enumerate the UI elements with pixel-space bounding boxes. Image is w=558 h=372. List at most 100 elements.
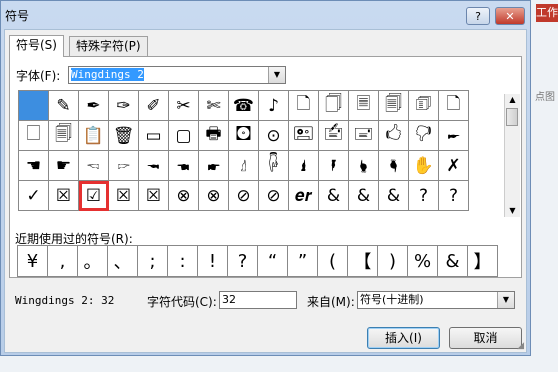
chevron-down-icon[interactable]: ▼ <box>497 292 514 308</box>
symbol-cell[interactable]: 🖭 <box>289 121 319 151</box>
scroll-down-icon[interactable]: ▼ <box>505 205 520 217</box>
symbol-cell[interactable]: 🖢 <box>349 151 379 181</box>
symbol-dialog: 符号 ? ✕ 符号(S) 特殊字符(P) 字体(F): Wingdings 2 … <box>0 0 531 356</box>
symbol-cell[interactable]: 🖆 <box>319 121 349 151</box>
symbol-cell[interactable]: ✋ <box>409 151 439 181</box>
symbol-cell[interactable]: ✗ <box>439 151 469 181</box>
symbol-cell[interactable]: & <box>379 181 409 211</box>
insert-button[interactable]: 插入(I) <box>367 327 440 349</box>
symbol-cell[interactable]: 🖃 <box>349 121 379 151</box>
recent-symbol-cell[interactable]: ) <box>378 246 408 277</box>
symbol-cell[interactable]: ⊙ <box>259 121 289 151</box>
symbol-cell[interactable]: ✑ <box>109 91 139 121</box>
scrollbar-thumb[interactable] <box>506 108 518 126</box>
symbol-cell[interactable]: ☚ <box>19 151 49 181</box>
symbol-cell[interactable]: ⊘ <box>259 181 289 211</box>
symbol-cell[interactable]: 🖟 <box>259 151 289 181</box>
scroll-up-icon[interactable]: ▲ <box>505 94 520 106</box>
symbol-cell[interactable]: 🖚 <box>139 151 169 181</box>
symbol-cell[interactable]: ☎ <box>229 91 259 121</box>
symbol-cell[interactable]: 🗐 <box>379 91 409 121</box>
symbol-cell[interactable]: ✓ <box>19 181 49 211</box>
symbol-cell[interactable]: ♪ <box>259 91 289 121</box>
recent-symbol-cell[interactable]: : <box>168 246 198 277</box>
symbol-cell[interactable]: ⊘ <box>229 181 259 211</box>
recent-symbol-cell[interactable]: “ <box>258 246 288 277</box>
symbol-cell[interactable]: 🗍 <box>319 91 349 121</box>
symbol-cell[interactable]: 🖒 <box>379 121 409 151</box>
recent-symbol-cell[interactable]: ” <box>288 246 318 277</box>
recent-symbol-cell[interactable]: & <box>438 246 468 277</box>
symbol-cell[interactable] <box>19 91 49 121</box>
symbol-cell[interactable]: ✐ <box>139 91 169 121</box>
symbol-cell[interactable]: ▢ <box>169 121 199 151</box>
symbol-cell[interactable]: 📋 <box>79 121 109 151</box>
symbol-cell[interactable]: ▭ <box>139 121 169 151</box>
from-label: 来自(M): <box>307 295 355 309</box>
symbol-cell[interactable]: ? <box>409 181 439 211</box>
symbol-grid-row: ✎ ✒ ✑ ✐ ✂ ✄ ☎ ♪ 🗋 🗍 🗏 🗐 🗊 🗋 <box>19 91 469 121</box>
symbol-cell[interactable]: 🗌 <box>19 121 49 151</box>
symbol-cell[interactable]: ✎ <box>49 91 79 121</box>
symbol-cell[interactable]: 🗐 <box>49 121 79 151</box>
symbol-cell[interactable]: ☒ <box>139 181 169 211</box>
recent-symbol-cell[interactable]: 。 <box>78 246 108 277</box>
recent-symbol-cell[interactable]: ? <box>228 246 258 277</box>
symbol-cell[interactable]: 🖸 <box>229 121 259 151</box>
symbol-cell[interactable]: 𝒆𝒓 <box>289 181 319 211</box>
dialog-body: 符号(S) 特殊字符(P) 字体(F): Wingdings 2 ▼ ✎ ✒ ✑ ✐ ✂… <box>4 29 527 353</box>
symbol-cell[interactable]: 🗋 <box>289 91 319 121</box>
recent-symbol-cell[interactable]: ; <box>138 246 168 277</box>
symbol-cell[interactable]: ☛ <box>49 151 79 181</box>
symbol-cell[interactable]: 🖣 <box>379 151 409 181</box>
font-select[interactable]: Wingdings 2 ▼ <box>68 66 286 84</box>
chevron-down-icon[interactable]: ▼ <box>268 67 285 83</box>
close-button[interactable]: ✕ <box>495 7 525 25</box>
char-code-input[interactable]: 32 <box>219 291 297 309</box>
symbol-cell[interactable]: 🗊 <box>409 91 439 121</box>
recent-symbol-cell[interactable]: 】 <box>468 246 498 277</box>
char-code-value: 32 <box>222 293 236 306</box>
recent-symbol-cell[interactable]: % <box>408 246 438 277</box>
symbol-cell[interactable]: 🖝 <box>199 151 229 181</box>
recent-symbol-cell[interactable]: 【 <box>348 246 378 277</box>
background-text: 点图 <box>535 92 555 103</box>
symbol-cell[interactable]: & <box>319 181 349 211</box>
symbol-cell[interactable]: ☒ <box>49 181 79 211</box>
recent-symbol-cell[interactable]: ( <box>318 246 348 277</box>
recent-symbol-cell[interactable]: , <box>48 246 78 277</box>
symbol-cell[interactable]: ☒ <box>109 181 139 211</box>
symbol-cell[interactable]: 🖞 <box>229 151 259 181</box>
tab-symbols[interactable]: 符号(S) <box>9 35 64 57</box>
tab-special-characters[interactable]: 特殊字符(P) <box>69 36 148 56</box>
symbol-cell[interactable]: & <box>349 181 379 211</box>
symbol-cell[interactable]: ✒ <box>79 91 109 121</box>
symbol-cell[interactable]: ⊗ <box>169 181 199 211</box>
symbol-cell[interactable]: 🗏 <box>349 91 379 121</box>
symbol-cell[interactable]: ? <box>439 181 469 211</box>
recent-symbol-cell[interactable]: ! <box>198 246 228 277</box>
recent-symbol-cell[interactable]: 、 <box>108 246 138 277</box>
resize-grip-icon[interactable]: ◢ <box>517 341 524 351</box>
symbol-cell[interactable]: 🗑 <box>109 121 139 151</box>
symbol-cell[interactable]: 🖘 <box>79 151 109 181</box>
symbol-grid-scrollbar[interactable]: ▲ ▼ <box>504 94 520 217</box>
symbol-cell[interactable]: ☑ <box>79 181 109 211</box>
symbol-cell[interactable]: 🖛 <box>439 121 469 151</box>
symbol-cell[interactable]: 🖡 <box>319 151 349 181</box>
font-select-value: Wingdings 2 <box>71 68 144 81</box>
symbol-cell[interactable]: 🖙 <box>109 151 139 181</box>
cancel-button[interactable]: 取消 <box>449 327 522 349</box>
from-select[interactable]: 符号(十进制) ▼ <box>357 291 515 309</box>
help-button[interactable]: ? <box>466 7 490 25</box>
symbol-cell[interactable]: 🗋 <box>439 91 469 121</box>
symbol-cell[interactable]: ✂ <box>169 91 199 121</box>
symbol-cell[interactable]: ✄ <box>199 91 229 121</box>
symbol-cell[interactable]: 🖜 <box>169 151 199 181</box>
symbol-cell[interactable]: 🖠 <box>289 151 319 181</box>
recent-symbol-cell[interactable]: ¥ <box>18 246 48 277</box>
symbol-cell[interactable]: ⊗ <box>199 181 229 211</box>
background-ribbon-tab: 工作 <box>536 4 558 22</box>
symbol-cell[interactable]: 🖶 <box>199 121 229 151</box>
symbol-cell[interactable]: 🖓 <box>409 121 439 151</box>
